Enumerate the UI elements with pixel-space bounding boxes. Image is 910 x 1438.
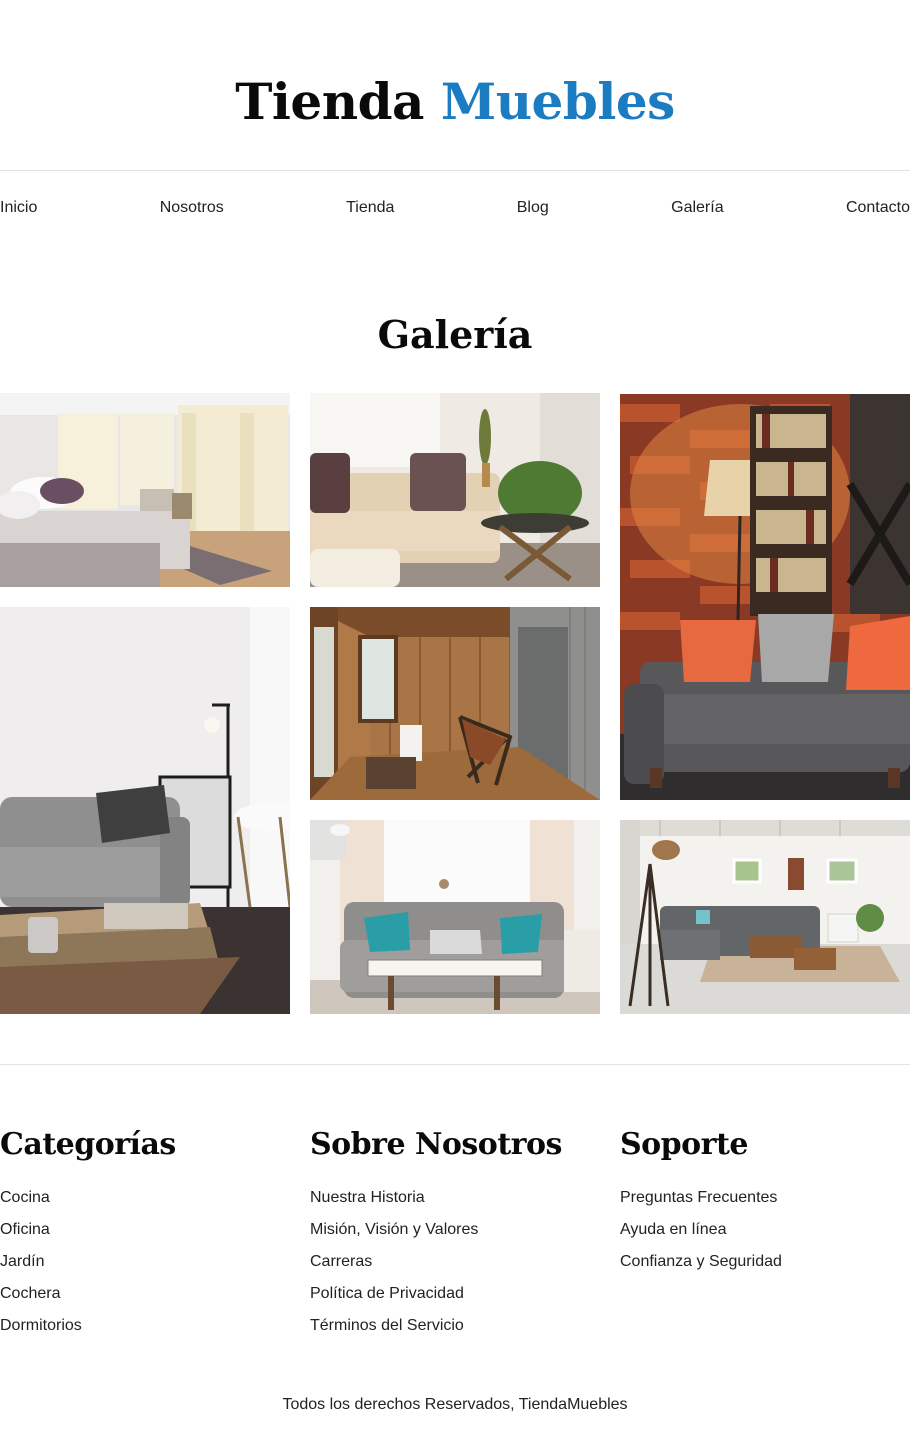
footer-heading-sobre-nosotros: Sobre Nosotros xyxy=(310,1127,562,1162)
footer-link-carreras[interactable]: Carreras xyxy=(310,1253,372,1270)
footer-link-preguntas-frecuentes[interactable]: Preguntas Frecuentes xyxy=(620,1189,777,1206)
nav-link-nosotros[interactable]: Nosotros xyxy=(160,171,224,245)
gallery-photo-sunroom[interactable] xyxy=(310,607,600,800)
logo-text-muebles: Muebles xyxy=(440,72,675,131)
gallery-photo-open-living-room[interactable] xyxy=(620,820,910,1014)
gallery-photo-grey-sofa-table[interactable] xyxy=(0,607,290,1014)
gallery-grid xyxy=(0,393,910,1014)
footer-heading-categorias: Categorías xyxy=(0,1127,176,1162)
beige-sofa-image xyxy=(310,393,600,587)
footer-link-politica-privacidad[interactable]: Política de Privacidad xyxy=(310,1285,464,1302)
footer-column-sobre-nosotros: Sobre Nosotros Nuestra Historia Misión, … xyxy=(310,1122,600,1342)
footer-link-terminos-servicio[interactable]: Términos del Servicio xyxy=(310,1317,464,1334)
footer-link-cocina[interactable]: Cocina xyxy=(0,1189,50,1206)
sunroom-image xyxy=(310,607,600,800)
footer-link-jardin[interactable]: Jardín xyxy=(0,1253,44,1270)
logo-text-tienda: Tienda xyxy=(235,72,424,131)
tufted-sofa-image xyxy=(310,820,600,1014)
footer-column-soporte: Soporte Preguntas Frecuentes Ayuda en lí… xyxy=(620,1122,910,1278)
nav-link-contacto[interactable]: Contacto xyxy=(846,171,910,245)
gallery-title: Galería xyxy=(377,312,533,357)
open-living-room-image xyxy=(620,820,910,1014)
gallery-photo-tufted-sofa[interactable] xyxy=(310,820,600,1014)
footer-heading-soporte: Soporte xyxy=(620,1127,748,1162)
main-navigation: Inicio Nosotros Tienda Blog Galería Cont… xyxy=(0,170,910,245)
bedroom-image xyxy=(0,393,290,587)
gallery-photo-bookshelf-sofa[interactable] xyxy=(620,394,910,800)
footer-link-nuestra-historia[interactable]: Nuestra Historia xyxy=(310,1189,425,1206)
nav-link-inicio[interactable]: Inicio xyxy=(0,171,37,245)
footer-link-ayuda-en-linea[interactable]: Ayuda en línea xyxy=(620,1221,726,1238)
footer-link-cochera[interactable]: Cochera xyxy=(0,1285,60,1302)
footer-divider xyxy=(0,1064,910,1065)
bookshelf-sofa-image xyxy=(620,394,910,800)
footer-link-mision-vision-valores[interactable]: Misión, Visión y Valores xyxy=(310,1221,478,1238)
footer-column-categorias: Categorías Cocina Oficina Jardín Cochera… xyxy=(0,1122,290,1342)
footer-link-confianza-seguridad[interactable]: Confianza y Seguridad xyxy=(620,1253,782,1270)
gallery-photo-bedroom[interactable] xyxy=(0,393,290,587)
footer-link-oficina[interactable]: Oficina xyxy=(0,1221,50,1238)
copyright-text: Todos los derechos Reservados, TiendaMue… xyxy=(282,1396,628,1413)
gallery-photo-beige-sofa[interactable] xyxy=(310,393,600,587)
nav-link-blog[interactable]: Blog xyxy=(517,171,549,245)
nav-link-tienda[interactable]: Tienda xyxy=(346,171,394,245)
site-logo[interactable]: Tienda Muebles xyxy=(0,66,910,138)
nav-link-galeria[interactable]: Galería xyxy=(671,171,723,245)
footer-link-dormitorios[interactable]: Dormitorios xyxy=(0,1317,82,1334)
grey-sofa-table-image xyxy=(0,607,290,1014)
